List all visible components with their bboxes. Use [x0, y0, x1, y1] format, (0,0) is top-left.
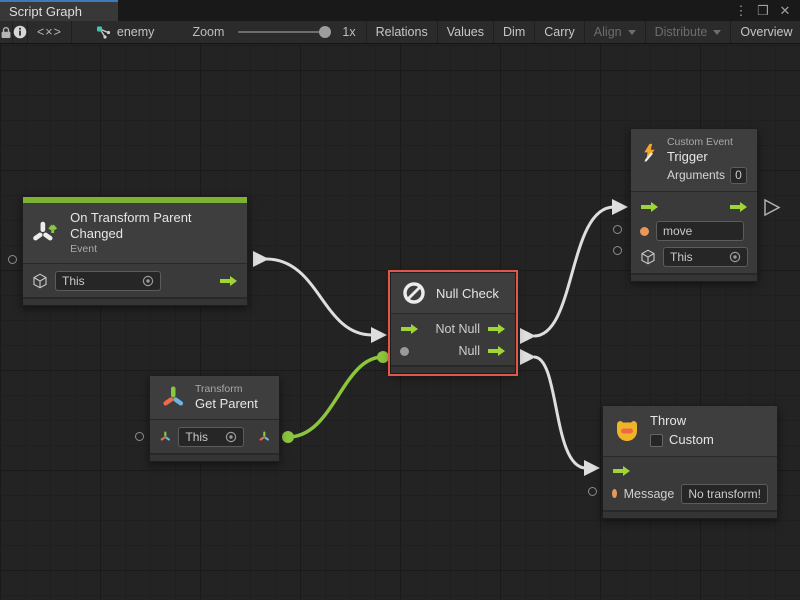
this-dropdown[interactable]: This [178, 427, 243, 447]
message-label: Message [624, 487, 675, 501]
node-get-parent[interactable]: Transform Get Parent This [149, 375, 280, 462]
node-footer [23, 297, 247, 305]
node-subtitle: Event [70, 243, 237, 256]
node-header: On Transform Parent Changed Event [23, 203, 247, 264]
custom-label: Custom [669, 432, 714, 448]
maximize-icon[interactable]: ❒ [754, 2, 772, 20]
node-footer [631, 273, 757, 281]
arguments-field[interactable]: 0 [730, 167, 747, 184]
node-footer [603, 510, 777, 518]
flow-input-port[interactable] [612, 465, 631, 477]
custom-checkbox[interactable] [650, 434, 663, 447]
lock-button[interactable] [0, 21, 13, 43]
throw-icon [613, 417, 641, 445]
node-header: Throw Custom [603, 406, 777, 457]
message-field[interactable]: No transform! [681, 484, 768, 504]
event-name-port[interactable] [640, 227, 649, 236]
flow-input-port[interactable] [400, 323, 419, 335]
flow-output-port[interactable] [219, 275, 238, 287]
unity-script-graph-window: Script Graph ⋮ ❒ ✕ <×> [0, 0, 800, 600]
zoom-slider-handle[interactable] [319, 26, 331, 38]
target-icon [729, 251, 741, 263]
node-category: Custom Event [667, 136, 747, 149]
node-title: Get Parent [195, 396, 258, 412]
null-check-icon [401, 280, 427, 306]
node-footer [391, 365, 515, 373]
not-null-label: Not Null [436, 322, 480, 336]
port-throw-message[interactable] [588, 487, 597, 496]
flow-output-port[interactable] [729, 201, 748, 213]
carry-button[interactable]: Carry [534, 21, 584, 43]
flow-input-port[interactable] [640, 201, 659, 213]
cube-icon [640, 249, 656, 265]
code-icon: <×> [37, 25, 62, 39]
window-controls: ⋮ ❒ ✕ [732, 0, 800, 21]
event-icon [33, 219, 61, 247]
port-custom-event-target[interactable] [613, 246, 622, 255]
zoom-control: Zoom 1x [182, 21, 365, 43]
close-icon[interactable]: ✕ [776, 2, 794, 20]
info-icon [13, 25, 27, 39]
dim-button[interactable]: Dim [493, 21, 534, 43]
graph-toolbar: <×> enemy Zoom 1x Relations Values Dim C… [0, 21, 800, 44]
graph-icon [96, 26, 111, 39]
node-header: Null Check [391, 273, 515, 314]
node-custom-event-trigger[interactable]: Custom Event Trigger Arguments 0 [630, 128, 758, 282]
tab-script-graph[interactable]: Script Graph [0, 0, 118, 21]
this-dropdown[interactable]: This [55, 271, 161, 291]
port-on-transform-target[interactable] [8, 255, 17, 264]
target-icon [225, 431, 237, 443]
relations-button[interactable]: Relations [366, 21, 437, 43]
null-output-port[interactable] [487, 345, 506, 357]
menu-kebab-icon[interactable]: ⋮ [732, 2, 750, 20]
node-title: On Transform Parent Changed [70, 210, 237, 243]
distribute-button[interactable]: Distribute [645, 21, 731, 43]
transform-port-icon[interactable] [159, 430, 171, 444]
zoom-label: Zoom [192, 25, 224, 39]
cube-icon [32, 273, 48, 289]
node-title: Trigger [667, 149, 747, 165]
transform-icon [160, 385, 186, 411]
not-null-output-port[interactable] [487, 323, 506, 335]
target-icon [142, 275, 154, 287]
custom-event-icon [641, 138, 658, 168]
edit-graph-button[interactable]: <×> [28, 21, 72, 43]
chevron-down-icon [713, 30, 721, 35]
graph-name: enemy [117, 25, 155, 39]
node-category: Transform [195, 383, 258, 396]
node-throw[interactable]: Throw Custom Message No transform! [602, 405, 778, 519]
message-port[interactable] [612, 489, 617, 498]
tab-bar: Script Graph ⋮ ❒ ✕ [0, 0, 800, 21]
graph-name-group: enemy [86, 21, 165, 43]
values-button[interactable]: Values [437, 21, 493, 43]
node-header: Custom Event Trigger Arguments 0 [631, 129, 757, 192]
toolbar-buttons: Relations Values Dim Carry Align Distrib… [366, 21, 800, 43]
chevron-down-icon [628, 30, 636, 35]
overview-button[interactable]: Overview [730, 21, 800, 43]
align-button[interactable]: Align [584, 21, 645, 43]
node-header: Transform Get Parent [150, 376, 279, 420]
node-title: Throw [650, 413, 714, 429]
node-footer [150, 453, 279, 461]
tab-title: Script Graph [9, 4, 82, 19]
transform-output-port[interactable] [258, 430, 270, 444]
event-name-field[interactable]: move [656, 221, 744, 241]
port-get-parent-target[interactable] [135, 432, 144, 441]
port-custom-event-name[interactable] [613, 225, 622, 234]
node-on-transform-parent-changed[interactable]: On Transform Parent Changed Event This [22, 196, 248, 306]
this-dropdown[interactable]: This [663, 247, 748, 267]
zoom-slider[interactable] [238, 31, 326, 33]
target-input-port[interactable] [400, 347, 409, 356]
null-label: Null [458, 344, 480, 358]
zoom-value: 1x [342, 25, 355, 39]
node-title: Null Check [436, 286, 499, 301]
lock-icon [0, 26, 12, 39]
arguments-label: Arguments [667, 168, 725, 183]
info-button[interactable] [13, 21, 28, 43]
node-null-check[interactable]: Null Check Not Null Null [390, 272, 516, 374]
